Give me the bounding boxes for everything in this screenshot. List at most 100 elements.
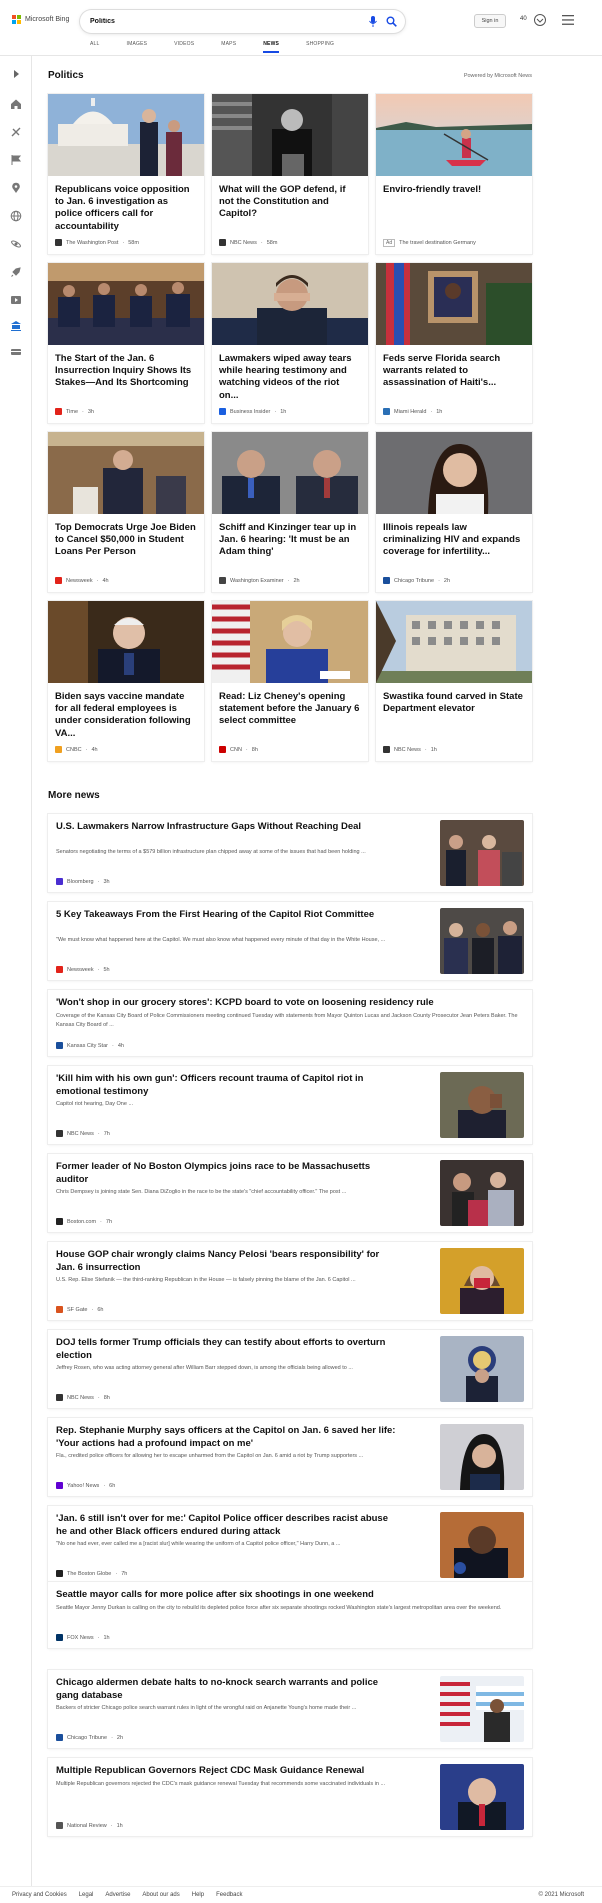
publisher-name[interactable]: Bloomberg bbox=[67, 879, 94, 885]
publisher-name[interactable]: CNBC bbox=[66, 747, 82, 753]
publisher-name[interactable]: Kansas City Star bbox=[67, 1043, 108, 1049]
publisher-name[interactable]: National Review bbox=[67, 1823, 107, 1829]
publisher-name[interactable]: NBC News bbox=[394, 747, 421, 753]
news-list-item[interactable]: Multiple Republican Governors Reject CDC… bbox=[48, 1758, 532, 1836]
footer-link-help[interactable]: Help bbox=[192, 1892, 204, 1898]
publisher-name[interactable]: The Washington Post bbox=[66, 240, 118, 246]
publisher-name[interactable]: NBC News bbox=[67, 1131, 94, 1137]
news-card-title[interactable]: Enviro-friendly travel! bbox=[383, 184, 525, 196]
news-card-image[interactable] bbox=[376, 432, 532, 514]
footer-link-about-ads[interactable]: About our ads bbox=[142, 1892, 179, 1898]
news-card[interactable]: Feds serve Florida search warrants relat… bbox=[376, 263, 532, 423]
news-item-image[interactable] bbox=[440, 1160, 524, 1226]
news-item-title[interactable]: U.S. Lawmakers Narrow Infrastructure Gap… bbox=[56, 821, 396, 834]
news-item-title[interactable]: Chicago aldermen debate halts to no-knoc… bbox=[56, 1677, 396, 1702]
news-list-item[interactable]: 5 Key Takeaways From the First Hearing o… bbox=[48, 902, 532, 980]
search-icon[interactable] bbox=[386, 16, 397, 27]
news-item-title[interactable]: House GOP chair wrongly claims Nancy Pel… bbox=[56, 1249, 396, 1274]
tab-news[interactable]: NEWS bbox=[263, 41, 279, 53]
news-card-title[interactable]: Schiff and Kinzinger tear up in Jan. 6 h… bbox=[219, 522, 361, 559]
news-card-title[interactable]: Illinois repeals law criminalizing HIV a… bbox=[383, 522, 525, 559]
tab-maps[interactable]: MAPS bbox=[221, 41, 236, 53]
news-item-title[interactable]: Seattle mayor calls for more police afte… bbox=[56, 1589, 521, 1602]
news-card[interactable]: Read: Liz Cheney's opening statement bef… bbox=[212, 601, 368, 761]
news-list-item[interactable]: 'Jan. 6 still isn't over for me:' Capito… bbox=[48, 1506, 532, 1584]
news-item-image[interactable] bbox=[440, 1424, 524, 1490]
microphone-icon[interactable] bbox=[368, 16, 378, 27]
news-list-item[interactable]: 'Won't shop in our grocery stores': KCPD… bbox=[48, 990, 532, 1056]
news-card[interactable]: Biden says vaccine mandate for all feder… bbox=[48, 601, 204, 761]
money-icon[interactable] bbox=[10, 346, 22, 358]
bank-icon[interactable] bbox=[10, 320, 22, 332]
flag-icon[interactable] bbox=[10, 154, 22, 166]
publisher-name[interactable]: Business Insider bbox=[230, 409, 270, 415]
publisher-name[interactable]: Miami Herald bbox=[394, 409, 426, 415]
news-card-image[interactable] bbox=[48, 432, 204, 514]
news-item-title[interactable]: 'Kill him with his own gun': Officers re… bbox=[56, 1073, 396, 1098]
news-card-title[interactable]: Read: Liz Cheney's opening statement bef… bbox=[219, 691, 361, 728]
news-card[interactable]: Lawmakers wiped away tears while hearing… bbox=[212, 263, 368, 423]
news-list-item[interactable]: House GOP chair wrongly claims Nancy Pel… bbox=[48, 1242, 532, 1320]
news-list-item[interactable]: Chicago aldermen debate halts to no-knoc… bbox=[48, 1670, 532, 1748]
news-item-title[interactable]: Rep. Stephanie Murphy says officers at t… bbox=[56, 1425, 396, 1450]
expand-icon[interactable] bbox=[10, 68, 22, 80]
footer-link-feedback[interactable]: Feedback bbox=[216, 1892, 242, 1898]
news-card-title[interactable]: What will the GOP defend, if not the Con… bbox=[219, 184, 361, 221]
news-item-image[interactable] bbox=[440, 1336, 524, 1402]
news-item-image[interactable] bbox=[440, 1512, 524, 1578]
sign-in-button[interactable]: Sign in bbox=[474, 14, 506, 28]
rewards-points[interactable]: 40 bbox=[520, 16, 527, 22]
news-card[interactable]: Swastika found carved in State Departmen… bbox=[376, 601, 532, 761]
news-card-image[interactable] bbox=[212, 263, 368, 345]
news-card-title[interactable]: Lawmakers wiped away tears while hearing… bbox=[219, 353, 361, 402]
publisher-name[interactable]: Washington Examiner bbox=[230, 578, 284, 584]
tab-all[interactable]: ALL bbox=[90, 41, 100, 53]
news-list-item[interactable]: 'Kill him with his own gun': Officers re… bbox=[48, 1066, 532, 1144]
news-card-title[interactable]: Biden says vaccine mandate for all feder… bbox=[55, 691, 197, 740]
news-card-title[interactable]: The Start of the Jan. 6 Insurrection Inq… bbox=[55, 353, 197, 390]
news-card-image[interactable] bbox=[212, 94, 368, 176]
rocket-icon[interactable] bbox=[10, 266, 22, 278]
news-item-title[interactable]: DOJ tells former Trump officials they ca… bbox=[56, 1337, 396, 1362]
news-card-title[interactable]: Republicans voice opposition to Jan. 6 i… bbox=[55, 184, 197, 233]
news-item-image[interactable] bbox=[440, 1072, 524, 1138]
rewards-icon[interactable] bbox=[533, 13, 547, 27]
news-card[interactable]: Top Democrats Urge Joe Biden to Cancel $… bbox=[48, 432, 204, 592]
publisher-name[interactable]: NBC News bbox=[230, 240, 257, 246]
home-icon[interactable] bbox=[10, 98, 22, 110]
news-list-item[interactable]: Seattle mayor calls for more police afte… bbox=[48, 1582, 532, 1648]
publisher-name[interactable]: FOX News bbox=[67, 1635, 94, 1641]
news-card-image[interactable] bbox=[376, 94, 532, 176]
publisher-name[interactable]: Newsweek bbox=[67, 967, 94, 973]
publisher-name[interactable]: Yahoo! News bbox=[67, 1483, 99, 1489]
news-item-title[interactable]: 'Jan. 6 still isn't over for me:' Capito… bbox=[56, 1513, 396, 1538]
news-item-image[interactable] bbox=[440, 908, 524, 974]
publisher-name[interactable]: The travel destination Germany bbox=[399, 240, 476, 246]
tab-shopping[interactable]: SHOPPING bbox=[306, 41, 334, 53]
news-card-image[interactable] bbox=[376, 263, 532, 345]
footer-link-advertise[interactable]: Advertise bbox=[105, 1892, 130, 1898]
publisher-name[interactable]: SF Gate bbox=[67, 1307, 87, 1313]
news-list-item[interactable]: DOJ tells former Trump officials they ca… bbox=[48, 1330, 532, 1408]
news-list-item[interactable]: Rep. Stephanie Murphy says officers at t… bbox=[48, 1418, 532, 1496]
news-card[interactable]: What will the GOP defend, if not the Con… bbox=[212, 94, 368, 254]
news-list-item[interactable]: Former leader of No Boston Olympics join… bbox=[48, 1154, 532, 1232]
news-item-image[interactable] bbox=[440, 820, 524, 886]
entertainment-icon[interactable] bbox=[10, 294, 22, 306]
news-card-title[interactable]: Feds serve Florida search warrants relat… bbox=[383, 353, 525, 390]
publisher-name[interactable]: Chicago Tribune bbox=[394, 578, 434, 584]
news-card[interactable]: Enviro-friendly travel! Ad The travel dest… bbox=[376, 94, 532, 254]
sports-icon[interactable] bbox=[10, 126, 22, 138]
news-card-image[interactable] bbox=[376, 601, 532, 683]
news-list-item[interactable]: U.S. Lawmakers Narrow Infrastructure Gap… bbox=[48, 814, 532, 892]
tab-images[interactable]: IMAGES bbox=[127, 41, 148, 53]
globe-icon[interactable] bbox=[10, 210, 22, 222]
news-card-image[interactable] bbox=[48, 601, 204, 683]
search-input[interactable] bbox=[90, 15, 345, 28]
news-card[interactable]: Schiff and Kinzinger tear up in Jan. 6 h… bbox=[212, 432, 368, 592]
news-item-image[interactable] bbox=[440, 1248, 524, 1314]
footer-link-privacy[interactable]: Privacy and Cookies bbox=[12, 1892, 67, 1898]
news-card-image[interactable] bbox=[212, 432, 368, 514]
news-card-title[interactable]: Swastika found carved in State Departmen… bbox=[383, 691, 525, 715]
publisher-name[interactable]: Newsweek bbox=[66, 578, 93, 584]
